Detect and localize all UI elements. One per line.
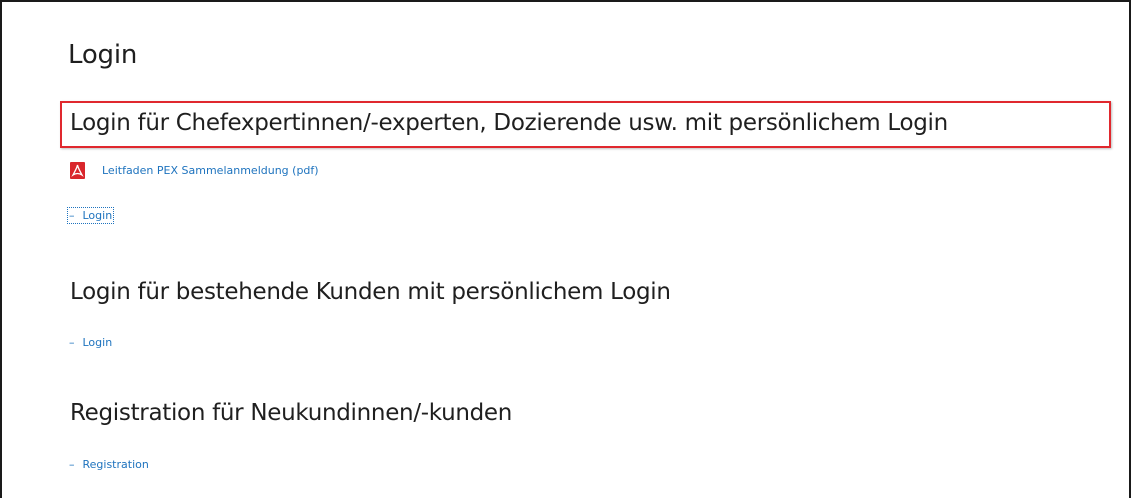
section-heading-neukunden: Registration für Neukundinnen/-kunden (70, 400, 513, 426)
login-link-chefexperten[interactable]: – Login (66, 207, 115, 224)
login-link-label[interactable]: Login (83, 336, 113, 349)
pdf-icon (70, 162, 85, 179)
login-link-bestehende-kunden[interactable]: – Login (69, 336, 112, 349)
dash-bullet: – (69, 336, 75, 349)
page-title: Login (68, 40, 138, 70)
pdf-document-link[interactable]: Leitfaden PEX Sammelanmeldung (pdf) (70, 162, 319, 179)
pdf-document-link-label[interactable]: Leitfaden PEX Sammelanmeldung (pdf) (102, 164, 319, 177)
section-heading-bestehende-kunden: Login für bestehende Kunden mit persönli… (70, 279, 671, 305)
dash-bullet: – (69, 458, 75, 471)
section-heading-chefexperten: Login für Chefexpertinnen/-experten, Doz… (70, 110, 948, 136)
registration-link-label[interactable]: Registration (83, 458, 149, 471)
dash-bullet: – (69, 209, 75, 222)
registration-link[interactable]: – Registration (69, 458, 149, 471)
login-link-label[interactable]: Login (83, 209, 113, 222)
